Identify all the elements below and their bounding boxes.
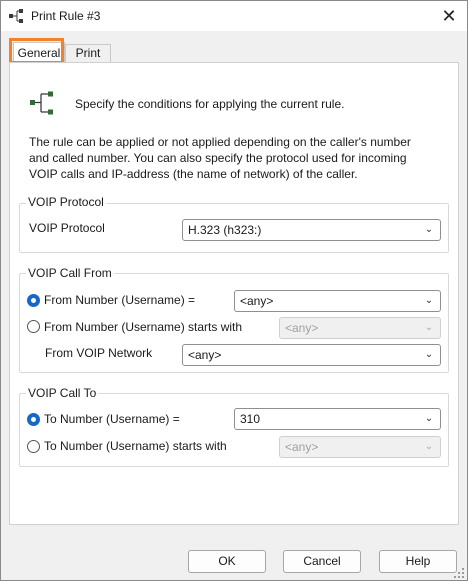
from-number-starts-with-select: <any> ⌄: [279, 317, 441, 339]
title-bar[interactable]: Print Rule #3 ✕: [1, 1, 467, 31]
intro-description-line-3: VOIP calls and IP-address (the name of n…: [29, 167, 358, 181]
voip-call-to-group-title: VOIP Call To: [26, 386, 99, 400]
intro-description-line-1: The rule can be applied or not applied d…: [29, 135, 411, 149]
from-number-starts-with-value: <any>: [285, 321, 319, 335]
to-number-equals-label[interactable]: To Number (Username) =: [44, 412, 180, 426]
from-voip-network-select[interactable]: <any> ⌄: [182, 344, 441, 366]
chevron-down-icon: ⌄: [424, 413, 434, 424]
to-number-starts-with-value: <any>: [285, 440, 319, 454]
from-number-equals-label[interactable]: From Number (Username) =: [44, 293, 195, 307]
chevron-down-icon: ⌄: [424, 322, 434, 333]
to-number-equals-radio[interactable]: [27, 413, 40, 426]
voip-protocol-label: VOIP Protocol: [29, 221, 105, 235]
close-icon[interactable]: ✕: [437, 4, 461, 28]
from-number-starts-with-label[interactable]: From Number (Username) starts with: [44, 320, 242, 334]
to-number-starts-with-radio[interactable]: [27, 440, 40, 453]
voip-call-from-group-title: VOIP Call From: [26, 266, 114, 280]
resize-grip-icon[interactable]: [453, 567, 465, 579]
tab-highlight-frame: [9, 38, 64, 64]
help-button[interactable]: Help: [379, 550, 457, 573]
window-title: Print Rule #3: [31, 9, 101, 23]
from-number-equals-select[interactable]: <any> ⌄: [234, 290, 441, 312]
intro-description-line-2: and called number. You can also specify …: [29, 151, 407, 165]
chevron-down-icon: ⌄: [424, 295, 434, 306]
to-number-starts-with-select: <any> ⌄: [279, 436, 441, 458]
print-rule-dialog: Print Rule #3 ✕ Print General Specify th…: [0, 0, 468, 581]
voip-protocol-group-title: VOIP Protocol: [26, 195, 106, 209]
from-voip-network-value: <any>: [188, 348, 222, 362]
from-voip-network-label: From VOIP Network: [45, 346, 153, 360]
to-number-starts-with-label[interactable]: To Number (Username) starts with: [44, 439, 227, 453]
chevron-down-icon: ⌄: [424, 349, 434, 360]
intro-heading: Specify the conditions for applying the …: [75, 97, 345, 111]
rule-tree-icon: [29, 91, 55, 115]
chevron-down-icon: ⌄: [424, 441, 434, 452]
from-number-starts-with-radio[interactable]: [27, 320, 40, 333]
tab-print[interactable]: Print: [65, 44, 111, 63]
rule-icon: [9, 9, 25, 23]
voip-protocol-select[interactable]: H.323 (h323:) ⌄: [182, 219, 441, 241]
chevron-down-icon: ⌄: [424, 224, 434, 235]
voip-protocol-value: H.323 (h323:): [188, 223, 262, 237]
ok-button[interactable]: OK: [188, 550, 266, 573]
from-number-equals-radio[interactable]: [27, 294, 40, 307]
to-number-equals-value: 310: [240, 412, 261, 426]
to-number-equals-select[interactable]: 310 ⌄: [234, 408, 441, 430]
cancel-button[interactable]: Cancel: [283, 550, 361, 573]
from-number-equals-value: <any>: [240, 294, 274, 308]
